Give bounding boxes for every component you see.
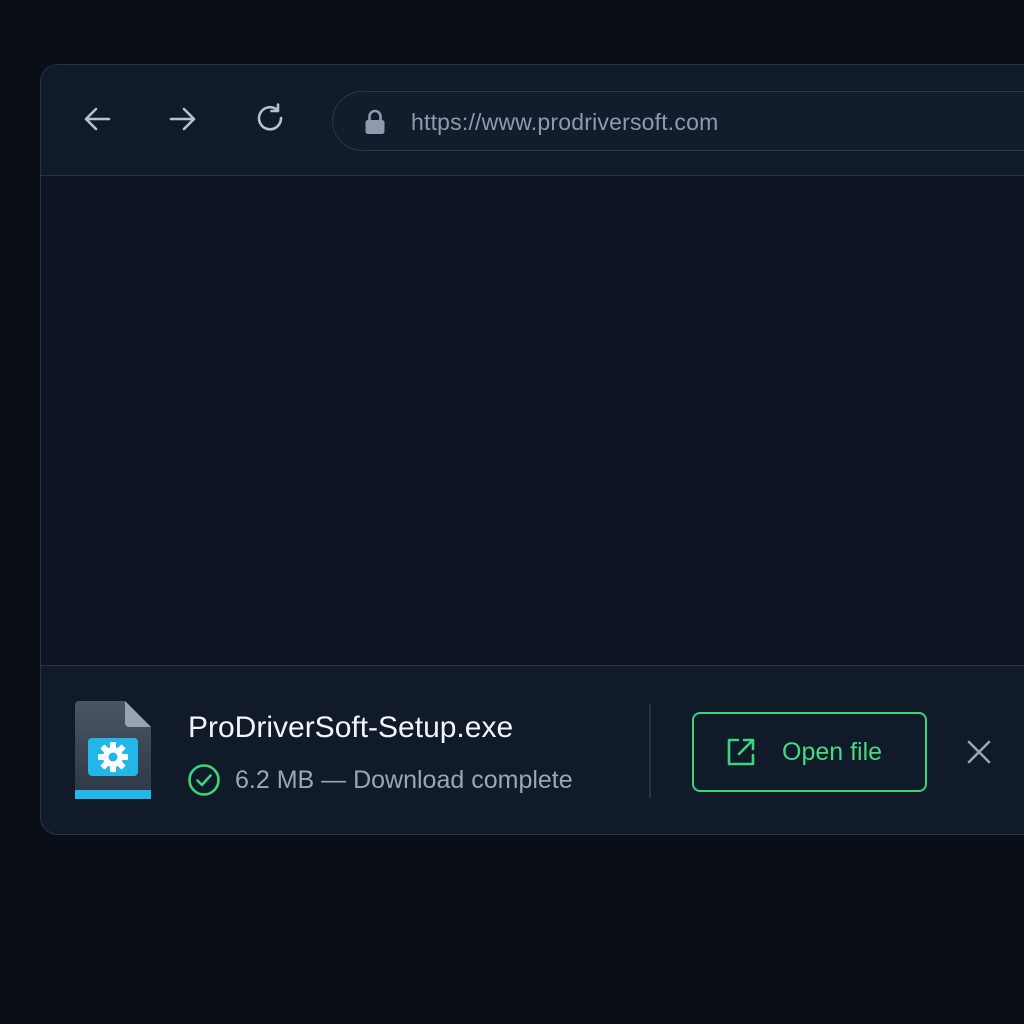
- download-bar: ProDriverSoft-Setup.exe 6.2 MB — Downloa…: [41, 665, 1024, 834]
- download-bar-divider: [649, 704, 651, 798]
- browser-toolbar: https://www.prodriversoft.com: [41, 65, 1024, 176]
- browser-window: https://www.prodriversoft.com ProDriverS…: [40, 64, 1024, 835]
- arrow-right-icon: [169, 107, 196, 131]
- external-link-icon: [727, 738, 755, 766]
- close-icon: [967, 740, 991, 764]
- dismiss-download-button[interactable]: [959, 732, 999, 772]
- lock-icon: [365, 109, 385, 134]
- url-text[interactable]: https://www.prodriversoft.com: [411, 109, 718, 136]
- page-content: [41, 176, 1024, 665]
- reload-icon: [257, 103, 283, 131]
- download-status-text: 6.2 MB — Download complete: [235, 765, 573, 794]
- reload-button[interactable]: [251, 99, 291, 139]
- address-bar[interactable]: https://www.prodriversoft.com: [332, 91, 1024, 151]
- back-button[interactable]: [77, 99, 117, 139]
- forward-button[interactable]: [163, 99, 203, 139]
- open-file-button[interactable]: Open file: [692, 712, 927, 792]
- download-file-name[interactable]: ProDriverSoft-Setup.exe: [188, 711, 513, 745]
- arrow-left-icon: [84, 107, 111, 131]
- open-file-label: Open file: [782, 737, 883, 766]
- download-status: 6.2 MB — Download complete: [187, 763, 573, 797]
- check-circle-icon: [188, 764, 220, 796]
- executable-file-icon: [75, 701, 151, 799]
